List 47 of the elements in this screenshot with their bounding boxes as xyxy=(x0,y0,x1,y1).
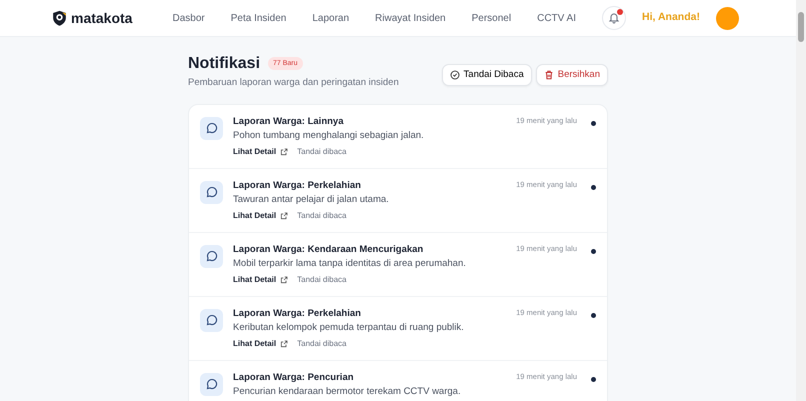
mark-read-link[interactable]: Tandai dibaca xyxy=(297,275,346,286)
message-icon xyxy=(200,308,223,332)
external-link-icon xyxy=(280,148,288,156)
nav-link[interactable]: Laporan xyxy=(312,12,350,24)
greeting: Hi, Ananda! xyxy=(642,11,700,25)
message-icon xyxy=(200,244,223,268)
message-icon xyxy=(200,116,223,140)
view-detail-link[interactable]: Lihat Detail xyxy=(233,339,288,350)
page-subtitle: Pembaruan laporan warga dan peringatan insiden xyxy=(188,77,399,90)
notification-message: Pencurian kendaraan bermotor terekam CCTV warga. xyxy=(233,386,462,398)
view-detail-link[interactable]: Lihat Detail xyxy=(233,147,288,158)
message-icon xyxy=(200,372,223,396)
notification-title: Laporan Warga: Lainnya xyxy=(233,116,345,128)
notification-message: Pohon tumbang menghalangi sebagian jalan. xyxy=(233,130,425,142)
check-circle-icon xyxy=(450,70,460,80)
mark-read-link[interactable]: Tandai dibaca xyxy=(297,211,346,222)
nav-link[interactable]: CCTV AI xyxy=(537,12,576,24)
notification-title: Laporan Warga: Perkelahian xyxy=(233,180,362,192)
scrollbar-thumb[interactable] xyxy=(798,12,804,42)
trash-icon xyxy=(544,70,554,80)
notification-button[interactable] xyxy=(602,6,626,30)
clear-button[interactable]: Bersihkan xyxy=(536,64,608,86)
shield-logo-icon xyxy=(51,9,68,27)
nav-link[interactable]: Dasbor xyxy=(172,12,205,24)
notification-message: Mobil terparkir lama tanpa identitas di area perumahan. xyxy=(233,258,467,270)
external-link-icon xyxy=(280,212,288,220)
notification-message: Keributan kelompok pemuda terpantau di ruang publik. xyxy=(233,322,465,334)
brand-name: matakota xyxy=(71,8,132,28)
nav-link[interactable]: Peta Insiden xyxy=(230,12,286,24)
external-link-icon xyxy=(280,340,288,348)
mark-read-link[interactable]: Tandai dibaca xyxy=(297,339,346,350)
notification-title: Laporan Warga: Pencurian xyxy=(233,372,355,384)
avatar[interactable] xyxy=(716,6,739,30)
mark-read-button[interactable]: Tandai Dibaca xyxy=(442,64,532,86)
notification-message: Tawuran antar pelajar di jalan utama. xyxy=(233,194,390,206)
notification-title: Laporan Warga: Perkelahian xyxy=(233,308,362,320)
mark-read-link[interactable]: Tandai dibaca xyxy=(297,147,346,158)
external-link-icon xyxy=(280,276,288,284)
page-title: Notifikasi xyxy=(188,54,260,74)
bell-icon xyxy=(608,12,620,24)
nav-link[interactable]: Personel xyxy=(472,12,512,24)
nav-link[interactable]: Riwayat Insiden xyxy=(375,12,446,24)
view-detail-link[interactable]: Lihat Detail xyxy=(233,275,288,286)
view-detail-link[interactable]: Lihat Detail xyxy=(233,211,288,222)
message-icon xyxy=(200,180,223,204)
scrollbar[interactable] xyxy=(796,0,806,401)
notification-title: Laporan Warga: Kendaraan Mencurigakan xyxy=(233,244,424,256)
